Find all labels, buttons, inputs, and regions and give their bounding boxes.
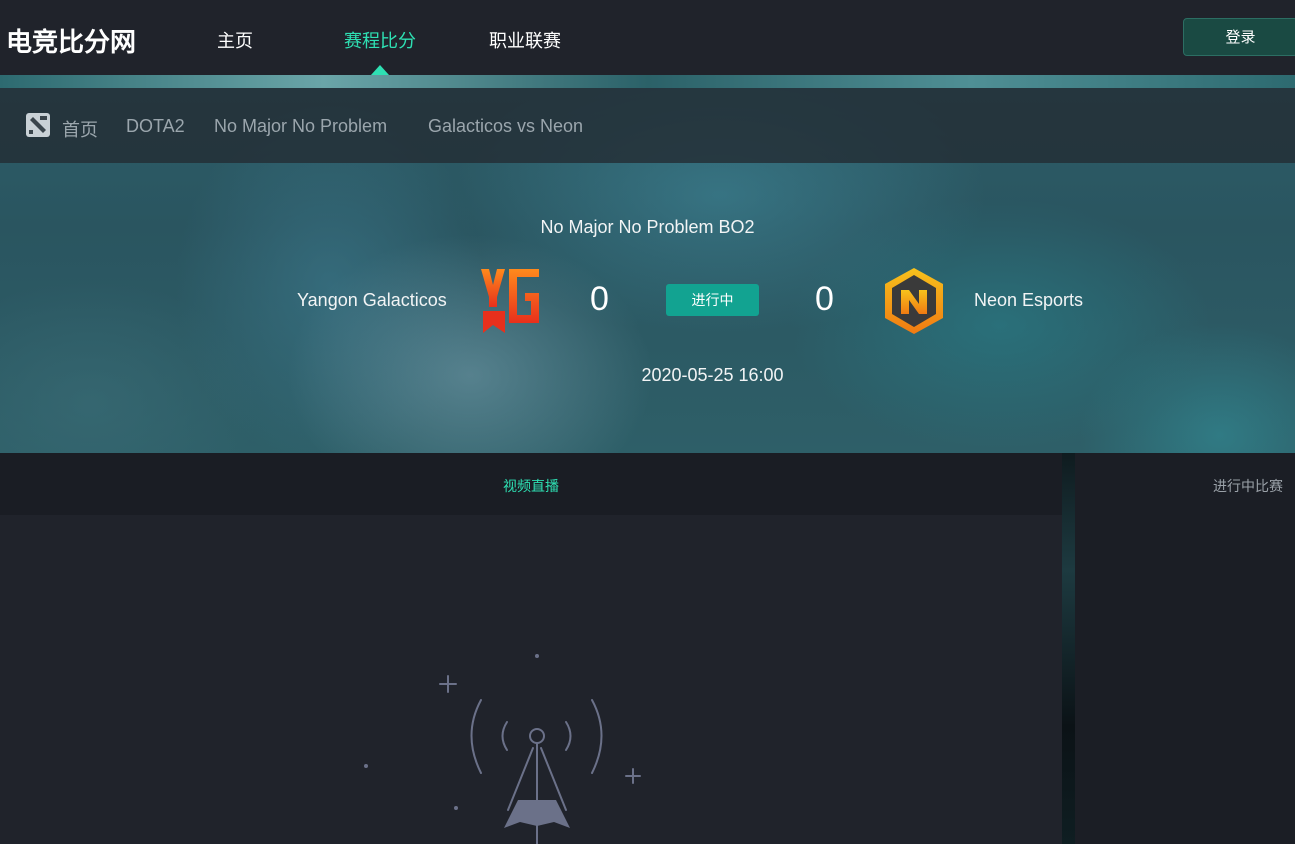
status-badge: 进行中 — [666, 284, 759, 316]
top-navbar: 电竞比分网 主页 赛程比分 职业联赛 登录 — [0, 0, 1295, 75]
team-left-name[interactable]: Yangon Galacticos — [297, 290, 447, 311]
login-button[interactable]: 登录 — [1183, 18, 1295, 56]
nav-item-leagues[interactable]: 职业联赛 — [489, 27, 561, 53]
nav-item-home[interactable]: 主页 — [217, 27, 253, 53]
team-left-score: 0 — [590, 280, 609, 318]
panel-divider — [1062, 453, 1075, 844]
team-right-name[interactable]: Neon Esports — [974, 290, 1083, 311]
team-right-score: 0 — [815, 280, 834, 318]
breadcrumb-game[interactable]: DOTA2 — [126, 116, 185, 137]
live-matches-title[interactable]: 进行中比赛 — [1213, 476, 1283, 496]
tab-video-live[interactable]: 视频直播 — [0, 476, 1062, 496]
dota2-icon — [26, 113, 50, 137]
breadcrumb: 首页 DOTA2 No Major No Problem Galacticos … — [0, 88, 1295, 163]
hero-decorative-strip — [0, 75, 1295, 88]
yg-logo[interactable] — [479, 267, 541, 335]
active-nav-indicator — [371, 65, 389, 75]
no-signal-illustration — [364, 654, 641, 844]
breadcrumb-home[interactable]: 首页 — [62, 116, 98, 142]
match-time: 2020-05-25 16:00 — [641, 365, 784, 385]
match-title: No Major No Problem BO2 — [540, 217, 755, 237]
site-logo[interactable]: 电竞比分网 — [6, 22, 136, 59]
video-tab-bar: 视频直播 — [0, 453, 1062, 515]
match-hero-banner: 首页 DOTA2 No Major No Problem Galacticos … — [0, 75, 1295, 453]
live-matches-panel: 进行中比赛 — [1075, 453, 1295, 844]
breadcrumb-tournament[interactable]: No Major No Problem — [214, 116, 387, 137]
neon-logo[interactable] — [882, 266, 946, 336]
nav-item-schedule[interactable]: 赛程比分 — [344, 27, 416, 53]
breadcrumb-match: Galacticos vs Neon — [428, 116, 584, 136]
